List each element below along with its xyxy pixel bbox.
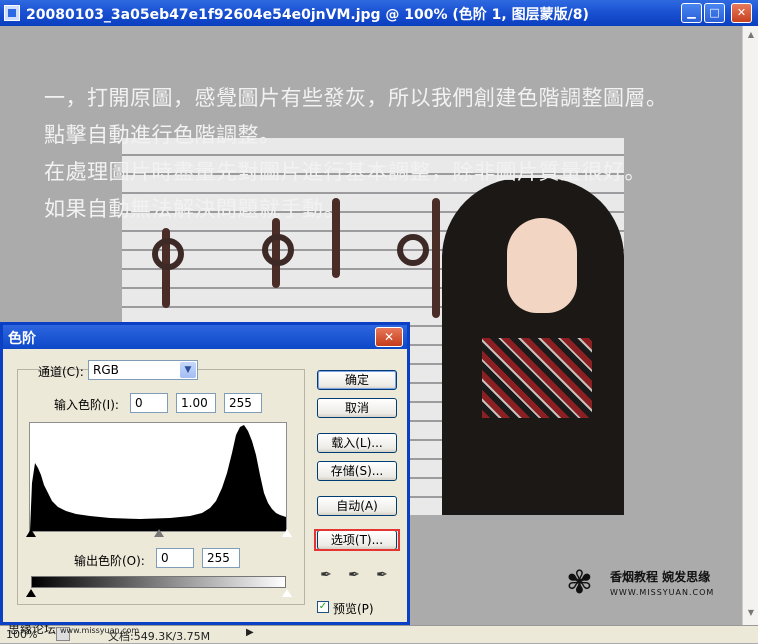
output-black-slider[interactable] — [26, 589, 36, 597]
caption-line-4: 如果自動無法解決問題就手動。 — [44, 197, 345, 221]
cancel-button[interactable]: 取消 — [317, 398, 397, 418]
preview-checkbox[interactable]: ✓ — [317, 601, 329, 613]
watermark-url: WWW.MISSYUAN.COM — [610, 588, 715, 597]
channel-value: RGB — [93, 363, 119, 377]
options-highlight — [314, 529, 400, 551]
channel-select[interactable]: RGB ▼ — [88, 360, 198, 380]
histogram-shape — [30, 425, 286, 531]
caption-line-2: 點擊自動進行色階調整。 — [44, 123, 281, 147]
preview-label: 预览(P) — [333, 602, 374, 616]
load-button[interactable]: 载入(L)... — [317, 433, 397, 453]
forum-url: www.missyuan.com — [60, 626, 140, 635]
ok-button[interactable]: 确定 — [317, 370, 397, 390]
chevron-down-icon[interactable]: ▼ — [180, 362, 196, 378]
output-black-field[interactable]: 0 — [156, 548, 194, 568]
caption-line-3: 在處理圖片時盡量先對圖片進行基本調整，除非圖片質量很好。 — [44, 160, 646, 184]
input-white-field[interactable]: 255 — [224, 393, 262, 413]
flower-logo-icon: ✾ — [566, 563, 593, 601]
save-button[interactable]: 存储(S)... — [317, 461, 397, 481]
channel-label: 通道(C): — [38, 365, 84, 379]
output-gradient-bar — [31, 576, 286, 588]
photoshop-document-icon — [4, 5, 20, 21]
dialog-title: 色阶 — [8, 331, 36, 347]
gray-eyedropper-icon[interactable]: ✒ — [346, 566, 362, 584]
input-levels-label: 输入色阶(I): — [54, 398, 119, 412]
close-button[interactable]: ✕ — [731, 3, 752, 23]
status-menu-arrow-icon[interactable]: ▶ — [246, 627, 254, 638]
histogram-graph — [30, 425, 286, 531]
output-levels-label: 输出色阶(O): — [74, 554, 145, 568]
input-black-field[interactable]: 0 — [130, 393, 168, 413]
dialog-close-button[interactable]: ✕ — [375, 327, 403, 347]
input-gamma-slider[interactable] — [154, 529, 164, 537]
maximize-button[interactable]: □ — [704, 3, 725, 23]
output-white-slider[interactable] — [282, 589, 292, 597]
auto-button[interactable]: 自动(A) — [317, 496, 397, 516]
white-eyedropper-icon[interactable]: ✒ — [374, 566, 390, 584]
scroll-down-icon[interactable]: ▼ — [744, 606, 758, 620]
window-titlebar: 20080103_3a05eb47e1f92604e54e0jnVM.jpg @… — [0, 0, 758, 26]
input-gamma-field[interactable]: 1.00 — [176, 393, 216, 413]
wall-ring — [152, 238, 184, 270]
plaid-scarf — [482, 338, 592, 418]
woman-face — [507, 218, 577, 313]
caption-line-1: 一，打開原圖，感覺圖片有些發灰，所以我們創建色階調整圖層。 — [44, 86, 668, 110]
window-title: 20080103_3a05eb47e1f92604e54e0jnVM.jpg @… — [26, 7, 589, 23]
output-white-field[interactable]: 255 — [202, 548, 240, 568]
input-white-slider[interactable] — [282, 529, 292, 537]
histogram — [29, 422, 287, 532]
minimize-button[interactable]: ▁ — [681, 3, 702, 23]
watermark-title: 香烟教程 婉发思缘 — [610, 570, 711, 584]
wall-ring — [262, 234, 294, 266]
black-eyedropper-icon[interactable]: ✒ — [318, 566, 334, 584]
tutorial-caption: 一，打開原圖，感覺圖片有些發灰，所以我們創建色階調整圖層。 點擊自動進行色階調整… — [44, 80, 668, 228]
vertical-scrollbar[interactable]: ▲ ▼ — [742, 26, 758, 625]
dialog-titlebar[interactable]: 色阶 ✕ — [3, 325, 407, 349]
input-black-slider[interactable] — [26, 529, 36, 537]
wall-ring — [397, 234, 429, 266]
scroll-up-icon[interactable]: ▲ — [744, 28, 758, 42]
